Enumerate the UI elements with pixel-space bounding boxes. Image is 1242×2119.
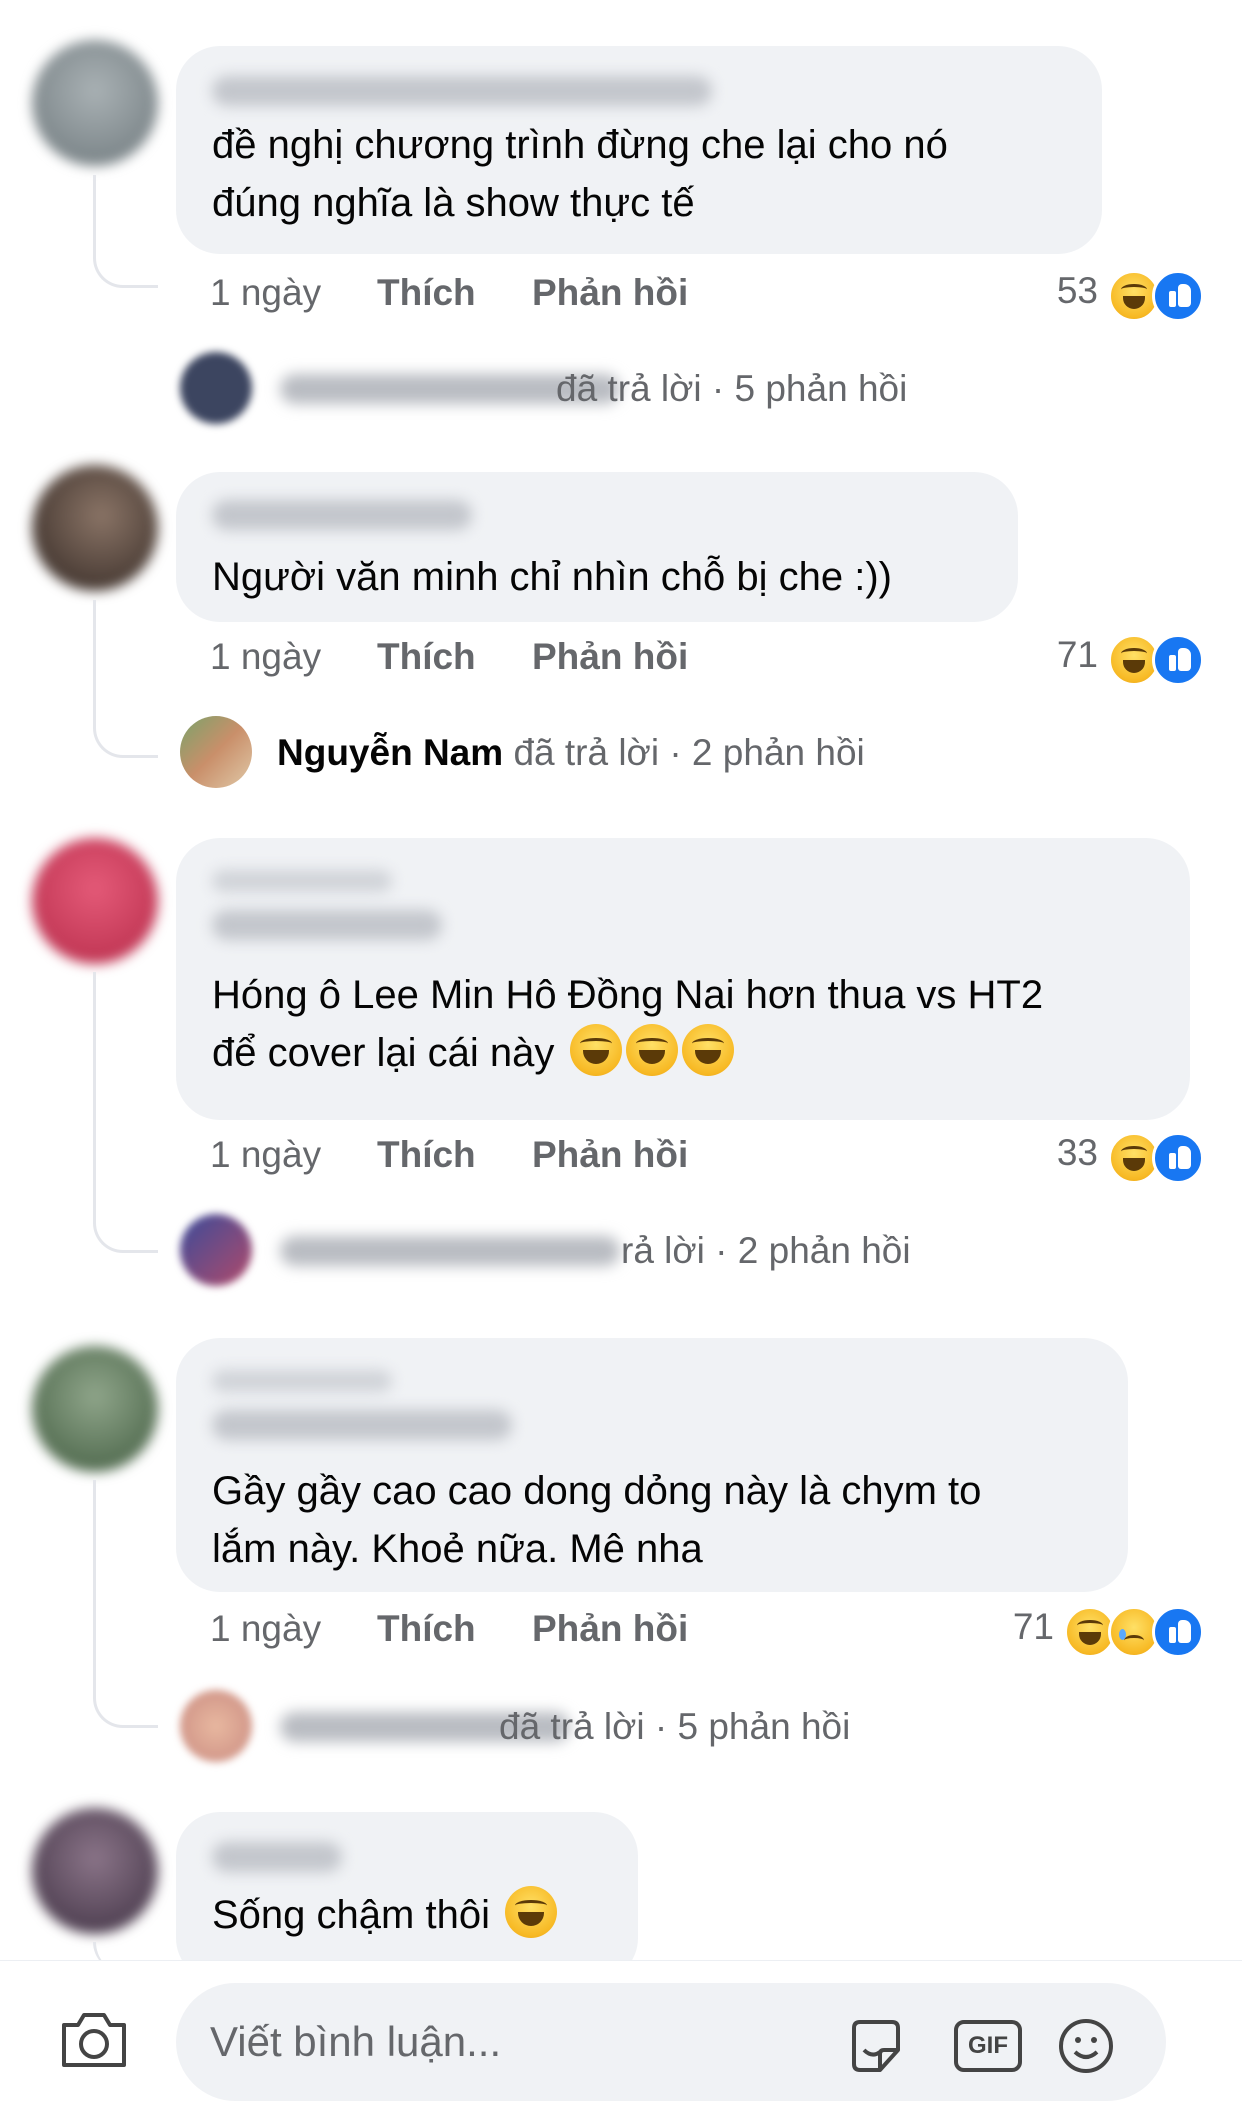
author-name-blurred[interactable] xyxy=(212,1842,342,1872)
timestamp[interactable]: 1 ngày xyxy=(210,636,321,678)
timestamp-blurred xyxy=(212,1370,392,1392)
like-icon xyxy=(1152,270,1204,322)
laughing-emoji xyxy=(569,1024,622,1076)
thread-line xyxy=(93,175,158,288)
like-button[interactable]: Thích xyxy=(377,1134,476,1176)
comment-text-line: Sống chậm thôi xyxy=(212,1886,558,1944)
reply-text: rả lời · 2 phản hồi xyxy=(621,1230,911,1271)
like-button[interactable]: Thích xyxy=(377,1608,476,1650)
gif-label: GIF xyxy=(968,2032,1008,2059)
like-icon xyxy=(1152,1606,1204,1658)
comment-input[interactable]: Viết bình luận... GIF xyxy=(176,1983,1166,2101)
comment-input-placeholder: Viết bình luận... xyxy=(210,2018,502,2065)
like-icon xyxy=(1152,1132,1204,1184)
reply-avatar xyxy=(180,352,252,424)
comment-text-line: Gầy gầy cao cao dong dỏng này là chym to xyxy=(212,1469,982,1513)
reaction-count: 71 xyxy=(1056,634,1098,675)
timestamp[interactable]: 1 ngày xyxy=(210,272,321,314)
reply-author-blurred xyxy=(280,1236,620,1266)
reaction-count: 33 xyxy=(1056,1132,1098,1173)
comment-bubble[interactable]: Người văn minh chỉ nhìn chỗ bị che :)) xyxy=(176,472,1018,622)
reaction-count: 71 xyxy=(1012,1606,1054,1647)
reply-avatar xyxy=(180,1690,252,1762)
reaction-count: 53 xyxy=(1056,270,1098,311)
like-icon xyxy=(1152,634,1204,686)
comment-text-line: để cover lại cái này xyxy=(212,1024,734,1082)
reply-avatar xyxy=(180,716,252,788)
laughing-emoji xyxy=(625,1024,678,1076)
timestamp-blurred xyxy=(212,870,392,892)
thread-line xyxy=(93,1480,158,1728)
timestamp[interactable]: 1 ngày xyxy=(210,1134,321,1176)
comment-bubble[interactable]: đề nghị chương trình đừng che lại cho nó… xyxy=(176,46,1102,254)
reply-text: Nguyễn Nam đã trả lời · 2 phản hồi xyxy=(277,732,865,773)
laughing-emoji xyxy=(681,1024,734,1076)
avatar[interactable] xyxy=(32,40,158,166)
author-name-blurred[interactable] xyxy=(212,76,712,106)
reply-text: đã trả lời · 5 phản hồi xyxy=(499,1706,851,1747)
avatar[interactable] xyxy=(32,1808,158,1934)
reply-button[interactable]: Phản hồi xyxy=(532,272,688,314)
reply-text: đã trả lời · 5 phản hồi xyxy=(556,368,908,409)
comment-text-line: lắm này. Khoẻ nữa. Mê nha xyxy=(212,1527,703,1571)
reply-button[interactable]: Phản hồi xyxy=(532,1608,688,1650)
gif-icon[interactable]: GIF xyxy=(954,2020,1022,2072)
comment-text-line: Người văn minh chỉ nhìn chỗ bị che :)) xyxy=(212,555,892,599)
thread-line xyxy=(93,600,158,758)
comment-composer-bar: Viết bình luận... GIF xyxy=(0,1960,1242,2119)
comment-text-line: Hóng ô Lee Min Hô Đồng Nai hơn thua vs H… xyxy=(212,973,1044,1017)
avatar[interactable] xyxy=(32,838,158,964)
sticker-icon[interactable] xyxy=(846,2016,906,2076)
comment-text-line: đề nghị chương trình đừng che lại cho nó xyxy=(212,123,948,167)
comment-bubble[interactable]: Sống chậm thôi xyxy=(176,1812,638,1982)
thread-line xyxy=(93,972,158,1253)
reply-button[interactable]: Phản hồi xyxy=(532,1134,688,1176)
like-button[interactable]: Thích xyxy=(377,272,476,314)
comment-bubble[interactable]: Hóng ô Lee Min Hô Đồng Nai hơn thua vs H… xyxy=(176,838,1190,1120)
tears-of-joy-emoji xyxy=(505,1886,558,1938)
avatar[interactable] xyxy=(32,1346,158,1472)
emoji-icon[interactable] xyxy=(1056,2016,1116,2076)
timestamp[interactable]: 1 ngày xyxy=(210,1608,321,1650)
author-name-blurred[interactable] xyxy=(212,1410,512,1440)
author-name-blurred[interactable] xyxy=(212,910,442,940)
like-button[interactable]: Thích xyxy=(377,636,476,678)
author-name-blurred[interactable] xyxy=(212,500,472,530)
comment-text-line: đúng nghĩa là show thực tế xyxy=(212,181,695,225)
reply-button[interactable]: Phản hồi xyxy=(532,636,688,678)
reply-avatar xyxy=(180,1214,252,1286)
camera-icon[interactable] xyxy=(58,2009,130,2071)
avatar[interactable] xyxy=(32,465,158,591)
comment-bubble[interactable]: Gầy gầy cao cao dong dỏng này là chym to… xyxy=(176,1338,1128,1592)
